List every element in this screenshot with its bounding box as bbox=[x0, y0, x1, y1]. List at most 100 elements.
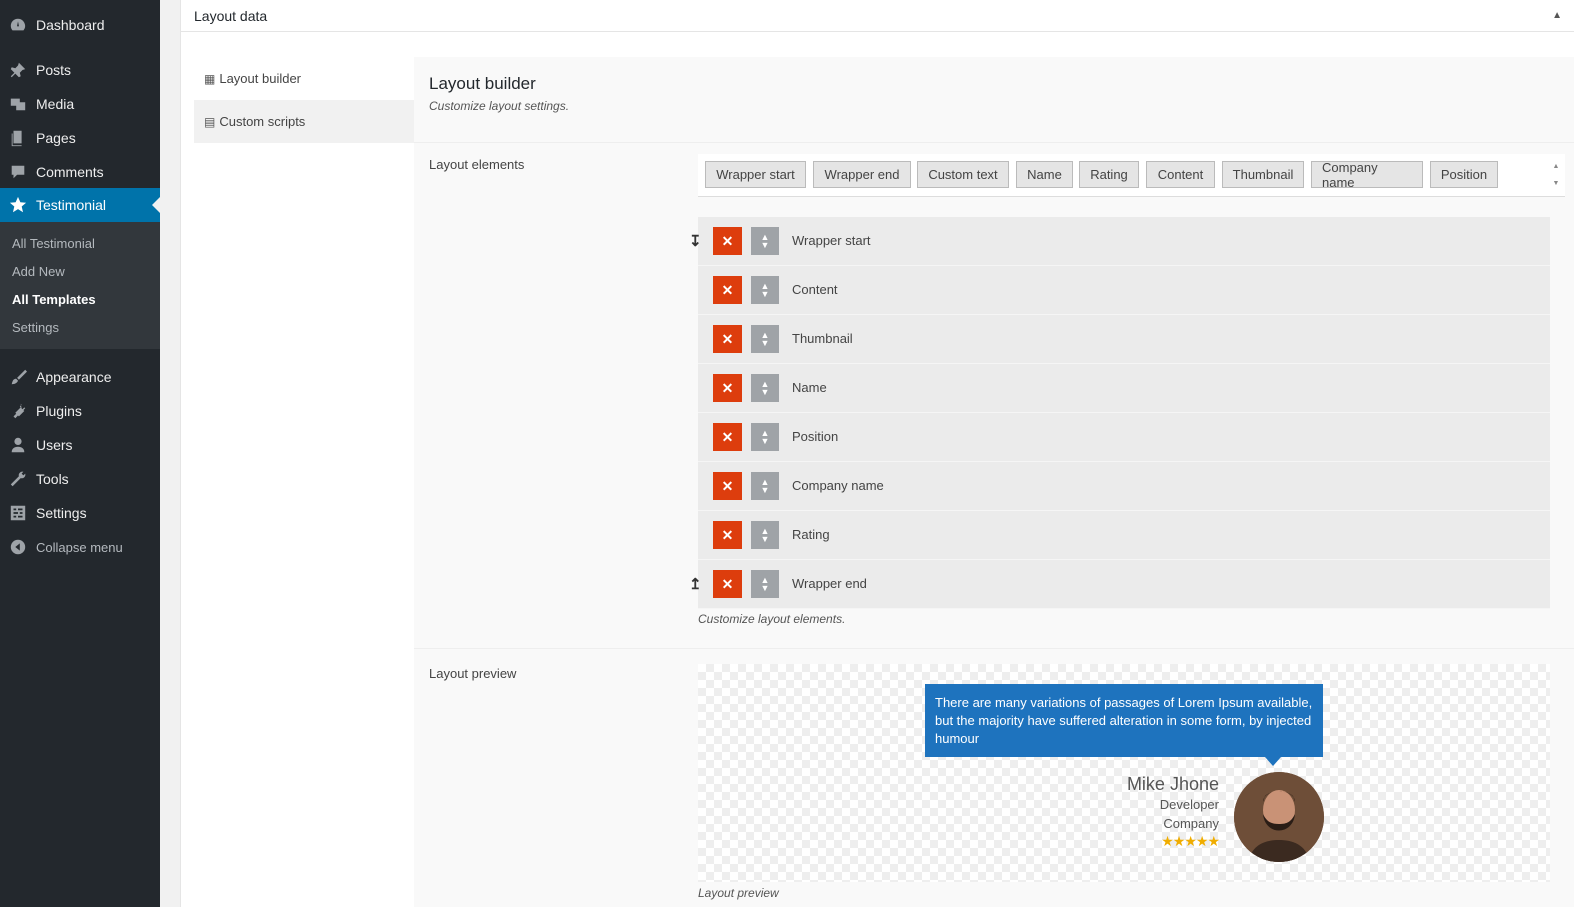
layout-preview-label: Layout preview bbox=[429, 666, 517, 681]
element-label: Thumbnail bbox=[792, 331, 853, 346]
remove-element-button[interactable]: ✕ bbox=[713, 325, 742, 353]
add-custom-text-button[interactable]: Custom text bbox=[917, 161, 1009, 188]
collapse-icon bbox=[0, 538, 36, 556]
remove-element-button[interactable]: ✕ bbox=[713, 423, 742, 451]
menu-tools[interactable]: Tools bbox=[0, 462, 160, 496]
avatar bbox=[1234, 772, 1324, 862]
submenu-add-new[interactable]: Add New bbox=[0, 258, 160, 286]
remove-element-button[interactable]: ✕ bbox=[713, 521, 742, 549]
scroll-arrows[interactable]: ▲ ▼ bbox=[1551, 158, 1561, 193]
add-company-name-button[interactable]: Company name bbox=[1311, 160, 1423, 190]
dashboard-icon bbox=[0, 16, 36, 34]
element-label: Position bbox=[792, 429, 839, 444]
settings-icon bbox=[0, 504, 36, 522]
element-row[interactable]: ✕ ▲ ▼ Company name bbox=[698, 462, 1550, 511]
add-content-button[interactable]: Content bbox=[1146, 161, 1215, 188]
remove-element-button[interactable]: ✕ bbox=[713, 227, 742, 255]
element-row[interactable]: ↥ ✕ ▲ ▼ Wrapper end bbox=[689, 560, 1550, 609]
remove-element-button[interactable]: ✕ bbox=[713, 472, 742, 500]
move-handle-icon[interactable]: ▲ ▼ bbox=[751, 570, 779, 598]
element-row[interactable]: ✕ ▲ ▼ Rating bbox=[698, 511, 1550, 560]
menu-pages[interactable]: Pages bbox=[0, 121, 160, 155]
menu-plugins[interactable]: Plugins bbox=[0, 394, 160, 428]
testimonial-quote: There are many variations of passages of… bbox=[925, 684, 1323, 766]
move-handle-icon[interactable]: ▲ ▼ bbox=[751, 472, 779, 500]
divider bbox=[414, 648, 1574, 649]
element-row[interactable]: ✕ ▲ ▼ Content bbox=[698, 266, 1550, 315]
layout-builder-panel: Layout builder Customize layout settings… bbox=[414, 57, 1574, 907]
add-rating-button[interactable]: Rating bbox=[1079, 161, 1139, 188]
media-icon bbox=[0, 95, 36, 113]
menu-comments[interactable]: Comments bbox=[0, 155, 160, 189]
element-label: Rating bbox=[792, 527, 830, 542]
testimonial-author: Mike Jhone Developer Company ★★★★★ bbox=[1127, 774, 1220, 850]
element-row[interactable]: ✕ ▲ ▼ Name bbox=[698, 364, 1550, 413]
postbox-header[interactable]: Layout data ▲ bbox=[181, 0, 1574, 32]
element-label: Wrapper start bbox=[792, 233, 871, 248]
postbox-title: Layout data bbox=[194, 7, 268, 24]
author-company: Company bbox=[1163, 816, 1219, 831]
menu-settings[interactable]: Settings bbox=[0, 496, 160, 530]
layout-preview-description: Layout preview bbox=[698, 886, 779, 900]
move-handle-icon[interactable]: ▲ ▼ bbox=[751, 521, 779, 549]
script-icon: ▤ bbox=[204, 114, 216, 129]
add-wrapper-start-button[interactable]: Wrapper start bbox=[705, 161, 806, 188]
remove-element-button[interactable]: ✕ bbox=[713, 374, 742, 402]
layout-elements-list: ↧ ✕ ▲ ▼ Wrapper start ✕ ▲ ▼ Content ✕ ▲ ▼ T… bbox=[689, 217, 1550, 609]
layout-data-postbox: Layout data ▲ ▦ Layout builder ▤ Custom … bbox=[180, 0, 1574, 907]
user-icon bbox=[0, 436, 36, 454]
menu-media[interactable]: Media bbox=[0, 87, 160, 121]
divider bbox=[414, 142, 1574, 143]
comments-icon bbox=[0, 163, 36, 181]
pin-icon bbox=[0, 61, 36, 79]
menu-testimonial[interactable]: Testimonial bbox=[0, 188, 160, 222]
tab-custom-scripts[interactable]: ▤ Custom scripts bbox=[194, 100, 414, 143]
element-shortcuts: Wrapper start Wrapper end Custom text Na… bbox=[698, 154, 1565, 197]
author-position: Developer bbox=[1159, 797, 1219, 812]
element-row[interactable]: ↧ ✕ ▲ ▼ Wrapper start bbox=[689, 217, 1550, 266]
submenu-settings[interactable]: Settings bbox=[0, 314, 160, 342]
layout-elements-label: Layout elements bbox=[429, 157, 525, 172]
panel-description: Customize layout settings. bbox=[429, 99, 570, 113]
element-row[interactable]: ✕ ▲ ▼ Thumbnail bbox=[698, 315, 1550, 364]
wrapper-end-arrow-icon: ↥ bbox=[689, 576, 702, 593]
tab-nav: ▦ Layout builder ▤ Custom scripts bbox=[194, 57, 414, 143]
move-handle-icon[interactable]: ▲ ▼ bbox=[751, 325, 779, 353]
move-handle-icon[interactable]: ▲ ▼ bbox=[751, 227, 779, 255]
plug-icon bbox=[0, 402, 36, 420]
main-content: Layout data ▲ ▦ Layout builder ▤ Custom … bbox=[160, 0, 1574, 907]
element-label: Name bbox=[792, 380, 827, 395]
submenu-all-templates[interactable]: All Templates bbox=[0, 286, 160, 314]
element-label: Content bbox=[792, 282, 838, 297]
add-name-button[interactable]: Name bbox=[1016, 161, 1073, 188]
menu-posts[interactable]: Posts bbox=[0, 53, 160, 87]
menu-users[interactable]: Users bbox=[0, 428, 160, 462]
element-label: Wrapper end bbox=[792, 576, 867, 591]
menu-appearance[interactable]: Appearance bbox=[0, 360, 160, 394]
star-icon bbox=[0, 196, 36, 214]
testimonial-submenu: All Testimonial Add New All Templates Se… bbox=[0, 222, 160, 349]
grid-icon: ▦ bbox=[204, 71, 216, 86]
element-row[interactable]: ✕ ▲ ▼ Position bbox=[698, 413, 1550, 462]
layout-preview: There are many variations of passages of… bbox=[698, 664, 1550, 882]
add-thumbnail-button[interactable]: Thumbnail bbox=[1222, 161, 1304, 188]
layout-elements-description: Customize layout elements. bbox=[698, 612, 846, 626]
add-wrapper-end-button[interactable]: Wrapper end bbox=[813, 161, 911, 188]
remove-element-button[interactable]: ✕ bbox=[713, 570, 742, 598]
move-handle-icon[interactable]: ▲ ▼ bbox=[751, 276, 779, 304]
admin-sidebar: Dashboard Posts Media Pages Comments Tes… bbox=[0, 0, 160, 907]
move-handle-icon[interactable]: ▲ ▼ bbox=[751, 374, 779, 402]
panel-title: Layout builder bbox=[429, 74, 536, 93]
submenu-all-testimonial[interactable]: All Testimonial bbox=[0, 230, 160, 258]
rating-stars-icon: ★★★★★ bbox=[1161, 833, 1220, 849]
pages-icon bbox=[0, 129, 36, 147]
tab-layout-builder[interactable]: ▦ Layout builder bbox=[194, 57, 414, 100]
remove-element-button[interactable]: ✕ bbox=[713, 276, 742, 304]
add-position-button[interactable]: Position bbox=[1430, 161, 1498, 188]
element-label: Company name bbox=[792, 478, 884, 493]
collapse-menu-button[interactable]: Collapse menu bbox=[0, 530, 160, 564]
menu-dashboard[interactable]: Dashboard bbox=[0, 8, 160, 42]
move-handle-icon[interactable]: ▲ ▼ bbox=[751, 423, 779, 451]
toggle-arrow-icon[interactable]: ▲ bbox=[1552, 10, 1562, 21]
wrench-icon bbox=[0, 470, 36, 488]
